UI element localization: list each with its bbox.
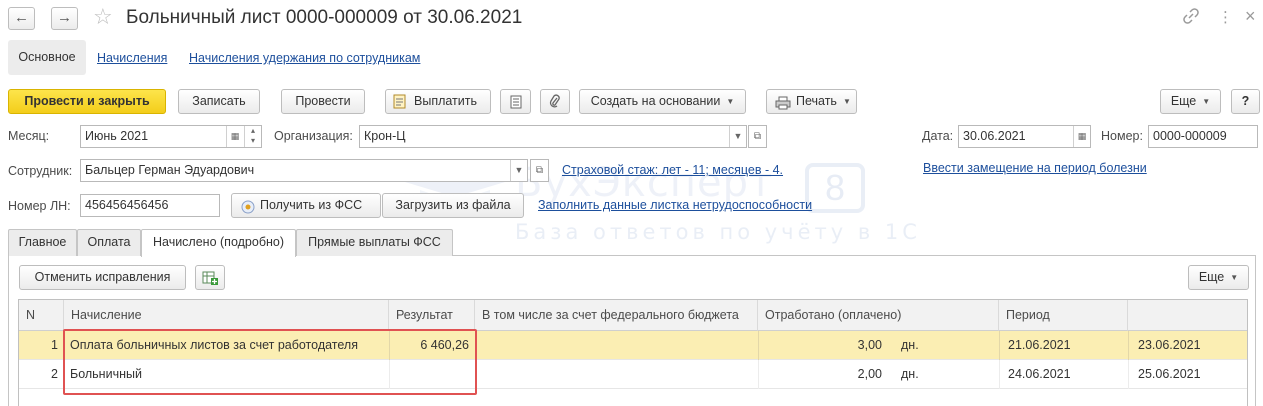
printer-icon bbox=[775, 95, 791, 118]
row-number: 2 bbox=[51, 367, 58, 381]
back-button[interactable]: ← bbox=[8, 7, 35, 30]
tab-accrued-detailed[interactable]: Начислено (подробно) bbox=[141, 229, 296, 257]
window-title: Больничный лист 0000-000009 от 30.06.202… bbox=[126, 7, 523, 28]
period-from: 21.06.2021 bbox=[1008, 338, 1071, 352]
dropdown-arrow-icon: ▼ bbox=[1202, 97, 1211, 107]
ln-number-field[interactable]: 456456456456 bbox=[80, 194, 220, 217]
column-header[interactable]: Результат bbox=[389, 300, 475, 331]
date-field[interactable]: 30.06.2021 ▦ bbox=[958, 125, 1091, 148]
post-and-close-button[interactable]: Провести и закрыть bbox=[8, 89, 166, 114]
forward-button[interactable]: → bbox=[51, 7, 78, 30]
star-icon[interactable]: ☆ bbox=[93, 4, 113, 30]
number-label: Номер: bbox=[1101, 129, 1143, 143]
month-stepper[interactable]: ▴ ▾ bbox=[244, 126, 261, 147]
section-main[interactable]: Основное bbox=[8, 40, 86, 75]
more-button[interactable]: Еще ▼ bbox=[1160, 89, 1221, 114]
worked-value: 3,00 bbox=[857, 338, 882, 352]
more-vertical-icon[interactable]: ⋮ bbox=[1218, 8, 1233, 26]
month-label: Месяц: bbox=[8, 129, 50, 143]
worked-unit: дн. bbox=[901, 338, 919, 352]
column-header[interactable]: Отработано (оплачено) bbox=[758, 300, 999, 331]
pay-button[interactable]: Выплатить bbox=[385, 89, 491, 114]
column-header[interactable]: Период bbox=[999, 300, 1128, 331]
tab-payment[interactable]: Оплата bbox=[77, 229, 141, 256]
attach-button[interactable] bbox=[540, 89, 570, 114]
watermark-tagline: База ответов по учёту в 1С bbox=[515, 220, 921, 244]
worked-unit: дн. bbox=[901, 367, 919, 381]
pay-icon bbox=[392, 94, 407, 117]
column-header[interactable]: N bbox=[19, 300, 64, 331]
open-icon: ⧉ bbox=[535, 165, 544, 176]
federal-budget-value bbox=[475, 331, 758, 360]
calendar-icon[interactable]: ▦ bbox=[1073, 126, 1090, 147]
dropdown-arrow-icon: ▼ bbox=[842, 97, 851, 107]
column-header[interactable]: В том числе за счет федерального бюджета bbox=[475, 300, 758, 331]
period-to: 25.06.2021 bbox=[1138, 367, 1201, 381]
open-org-button[interactable]: ⧉ bbox=[748, 125, 767, 148]
get-from-fss-button[interactable]: Получить из ФСС bbox=[231, 193, 381, 218]
month-field[interactable]: Июнь 2021 ▦ ▴ ▾ bbox=[80, 125, 262, 148]
section-accruals-link[interactable]: Начисления bbox=[97, 51, 167, 65]
table-add-icon bbox=[202, 271, 218, 288]
row-number: 1 bbox=[51, 338, 58, 352]
watermark-badge: 8 bbox=[805, 163, 865, 213]
section-deductions-link[interactable]: Начисления удержания по сотрудникам bbox=[189, 51, 420, 65]
back-arrow-icon: ← bbox=[14, 9, 29, 26]
add-row-button[interactable] bbox=[195, 265, 225, 290]
tab-fss-direct-payments[interactable]: Прямые выплаты ФСС bbox=[296, 229, 453, 256]
ln-number-label: Номер ЛН: bbox=[8, 199, 71, 213]
save-button[interactable]: Записать bbox=[178, 89, 260, 114]
list-icon bbox=[510, 95, 522, 112]
number-field[interactable]: 0000-000009 bbox=[1148, 125, 1258, 148]
load-from-file-button[interactable]: Загрузить из файла bbox=[382, 193, 524, 218]
forward-arrow-icon: → bbox=[57, 9, 72, 26]
post-button[interactable]: Провести bbox=[281, 89, 365, 114]
worked-value: 2,00 bbox=[857, 367, 882, 381]
create-based-button[interactable]: Создать на основании ▼ bbox=[579, 89, 746, 114]
highlight-box bbox=[63, 329, 477, 395]
dropdown-arrow-icon[interactable]: ▼ bbox=[510, 160, 527, 181]
link-icon[interactable] bbox=[1183, 8, 1199, 28]
help-button[interactable]: ? bbox=[1231, 89, 1260, 114]
employee-field[interactable]: Бальцер Герман Эдуардович ▼ bbox=[80, 159, 528, 182]
open-employee-button[interactable]: ⧉ bbox=[530, 159, 549, 182]
dropdown-arrow-icon: ▼ bbox=[1230, 273, 1239, 283]
table-more-button[interactable]: Еще ▼ bbox=[1188, 265, 1249, 290]
period-from: 24.06.2021 bbox=[1008, 367, 1071, 381]
enter-replacement-link[interactable]: Ввести замещение на период болезни bbox=[923, 161, 1147, 175]
cancel-corrections-button[interactable]: Отменить исправления bbox=[19, 265, 186, 290]
close-icon[interactable]: × bbox=[1245, 6, 1256, 27]
fss-icon bbox=[241, 199, 255, 222]
insurance-experience-link[interactable]: Страховой стаж: лет - 11; месяцев - 4. bbox=[562, 163, 783, 177]
fill-sick-leave-link[interactable]: Заполнить данные листка нетрудоспособнос… bbox=[538, 198, 812, 212]
period-to: 23.06.2021 bbox=[1138, 338, 1201, 352]
column-header[interactable] bbox=[1128, 300, 1247, 331]
tab-main[interactable]: Главное bbox=[8, 229, 77, 256]
dropdown-arrow-icon: ▼ bbox=[726, 97, 735, 107]
calendar-icon[interactable]: ▦ bbox=[226, 126, 243, 147]
print-button[interactable]: Печать ▼ bbox=[766, 89, 857, 114]
org-label: Организация: bbox=[274, 129, 353, 143]
paperclip-icon bbox=[549, 94, 561, 112]
federal-budget-value bbox=[475, 360, 758, 389]
open-icon: ⧉ bbox=[753, 131, 762, 142]
date-label: Дата: bbox=[922, 129, 954, 143]
dropdown-arrow-icon[interactable]: ▼ bbox=[729, 126, 746, 147]
column-header[interactable]: Начисление bbox=[64, 300, 389, 331]
employee-label: Сотрудник: bbox=[8, 164, 73, 178]
org-field[interactable]: Крон-Ц ▼ bbox=[359, 125, 747, 148]
document-list-button[interactable] bbox=[500, 89, 531, 114]
